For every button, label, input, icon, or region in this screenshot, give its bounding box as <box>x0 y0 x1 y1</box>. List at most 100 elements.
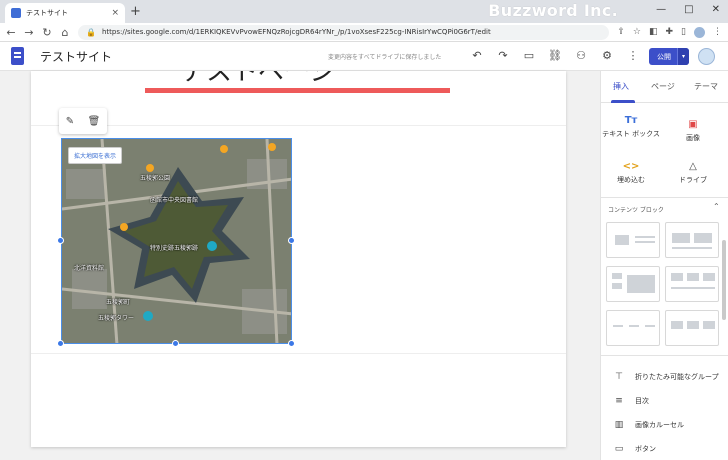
insert-text-box[interactable]: Tт テキスト ボックス <box>601 115 661 139</box>
image-icon: ▣ <box>688 119 698 130</box>
publish-label: 公開 <box>657 52 671 61</box>
layout-block[interactable] <box>665 266 719 302</box>
maximize-icon[interactable]: □ <box>684 4 693 15</box>
new-tab-button[interactable]: + <box>130 3 141 21</box>
redo-icon[interactable]: ↷ <box>496 49 510 62</box>
panel-scrollbar[interactable] <box>722 240 726 320</box>
settings-gear-icon[interactable]: ⚙ <box>600 49 614 62</box>
window-controls: — □ ✕ <box>656 4 720 15</box>
insert-table-of-contents[interactable]: ≡ 目次 <box>601 391 728 411</box>
insert-image[interactable]: ▣ 画像 <box>663 119 723 143</box>
embed-edit-toolbar: ✎ 🗑 <box>59 108 107 134</box>
user-avatar[interactable] <box>698 48 715 65</box>
panel-divider <box>601 197 728 198</box>
resize-handle-bottom-right[interactable] <box>288 340 295 347</box>
reload-icon[interactable]: ↻ <box>42 26 52 39</box>
minimize-icon[interactable]: — <box>656 4 666 15</box>
insert-image-carousel[interactable]: ▥ 画像カルーセル <box>601 415 728 435</box>
insert-embed[interactable]: <> 埋め込む <box>601 161 661 185</box>
link-icon[interactable]: ⛓ <box>548 49 562 62</box>
list-item-label: 画像カルーセル <box>635 421 684 429</box>
undo-icon[interactable]: ↶ <box>470 49 484 62</box>
layout-block[interactable] <box>606 310 660 346</box>
panel-divider <box>601 355 728 356</box>
site-title[interactable]: テストサイト <box>40 48 112 65</box>
sites-favicon-icon <box>11 8 21 18</box>
open-larger-map-link[interactable]: 拡大地図を表示 <box>68 147 123 164</box>
edit-pencil-icon[interactable]: ✎ <box>66 116 74 127</box>
save-status: 変更内容をすべてドライブに保存しました <box>328 54 442 61</box>
resize-handle-bottom[interactable] <box>172 340 179 347</box>
url-field[interactable]: 🔒 https://sites.google.com/d/1ERKIQKEVvP… <box>78 24 610 40</box>
more-options-icon[interactable]: ⋮ <box>626 49 640 62</box>
extension-icon[interactable]: ◧ <box>649 27 658 37</box>
layout-block[interactable] <box>665 310 719 346</box>
resize-handle-right[interactable] <box>288 237 295 244</box>
url-text: https://sites.google.com/d/1ERKIQKEVvPvo… <box>101 28 491 36</box>
bookmark-star-icon[interactable]: ☆ <box>633 27 641 37</box>
insert-label: ドライブ <box>679 176 707 184</box>
heading-underline <box>145 88 450 93</box>
browser-profile-avatar[interactable] <box>694 26 705 38</box>
sites-toolbar: テストサイト 変更内容をすべてドライブに保存しました ↶ ↷ ▭ ⛓ ⚇ ⚙ ⋮… <box>0 43 728 71</box>
map-label: 特別史跡五稜郭跡 <box>150 245 199 252</box>
add-person-icon[interactable]: ⚇ <box>574 49 588 62</box>
tab-title: テストサイト <box>26 9 68 17</box>
list-item-label: 目次 <box>635 397 649 405</box>
insert-button[interactable]: ▭ ボタン <box>601 439 728 459</box>
preview-icon[interactable]: ▭ <box>522 49 536 62</box>
text-box-icon: Tт <box>624 115 638 126</box>
tab-insert[interactable]: 挿入 <box>613 81 629 92</box>
embed-code-icon: <> <box>622 161 640 172</box>
embedded-map[interactable]: 拡大地図を表示 五稜郭公園 函館市中央図書館 特別史跡五稜郭跡 五稜郭町 五稜郭… <box>61 138 292 344</box>
page-heading[interactable]: テストページ <box>180 71 380 85</box>
table-of-contents-icon: ≡ <box>615 396 623 406</box>
tab-close-icon[interactable]: × <box>111 8 119 18</box>
list-item-label: ボタン <box>635 445 656 453</box>
section-divider <box>31 125 566 126</box>
collapsible-group-icon: ⊤ <box>615 372 623 382</box>
google-sites-logo-icon[interactable] <box>11 47 24 65</box>
browser-tab[interactable]: テストサイト × <box>5 3 125 23</box>
lock-icon: 🔒 <box>86 27 96 37</box>
forward-icon[interactable]: → <box>24 26 34 39</box>
map-label: 五稜郭タワー <box>98 315 135 322</box>
map-label: 北洋資料館 <box>74 265 105 272</box>
resize-handle-left[interactable] <box>57 237 64 244</box>
delete-trash-icon[interactable]: 🗑 <box>88 116 101 127</box>
close-window-icon[interactable]: ✕ <box>712 4 720 15</box>
panel-tabs: 挿入 ページ テーマ <box>601 71 728 103</box>
insert-panel: 挿入 ページ テーマ Tт テキスト ボックス ▣ 画像 <> 埋め込む △ ド… <box>600 71 728 460</box>
share-icon[interactable]: ⇪ <box>617 27 625 37</box>
tab-themes[interactable]: テーマ <box>694 81 718 92</box>
screen: テストサイト × + Buzzword Inc. — □ ✕ ← → ↻ ⌂ 🔒… <box>0 0 728 460</box>
layout-block[interactable] <box>606 222 660 258</box>
back-icon[interactable]: ← <box>6 26 16 39</box>
section-divider <box>31 353 566 354</box>
insert-drive[interactable]: △ ドライブ <box>663 161 723 185</box>
insert-label: 埋め込む <box>617 176 645 184</box>
resize-handle-bottom-left[interactable] <box>57 340 64 347</box>
insert-collapsible-group[interactable]: ⊤ 折りたたみ可能なグループ <box>601 367 728 387</box>
home-icon[interactable]: ⌂ <box>60 26 70 39</box>
browser-menu-icon[interactable]: ⋮ <box>713 27 722 37</box>
button-icon: ▭ <box>614 444 624 454</box>
map-label: 五稜郭町 <box>106 299 131 306</box>
insert-label: テキスト ボックス <box>602 130 660 138</box>
map-label: 五稜郭公園 <box>140 175 171 182</box>
layout-block[interactable] <box>606 266 660 302</box>
collapse-caret-icon[interactable]: ⌃ <box>713 202 720 211</box>
layout-block[interactable] <box>665 222 719 258</box>
address-bar-row: ← → ↻ ⌂ 🔒 https://sites.google.com/d/1ER… <box>0 23 728 42</box>
browser-titlebar: テストサイト × + Buzzword Inc. — □ ✕ <box>0 0 728 23</box>
publish-options-caret-icon[interactable]: ▾ <box>677 48 689 65</box>
puzzle-icon[interactable]: ✚ <box>666 27 674 37</box>
brand-watermark: Buzzword Inc. <box>488 1 618 20</box>
page-heading-text: テストページ <box>180 71 335 85</box>
active-tab-indicator <box>611 100 635 103</box>
sidepanel-icon[interactable]: ▯ <box>681 27 686 37</box>
tab-pages[interactable]: ページ <box>651 81 675 92</box>
satellite-map-image <box>62 139 291 343</box>
insert-label: 画像 <box>686 134 700 142</box>
list-item-label: 折りたたみ可能なグループ <box>635 373 719 381</box>
